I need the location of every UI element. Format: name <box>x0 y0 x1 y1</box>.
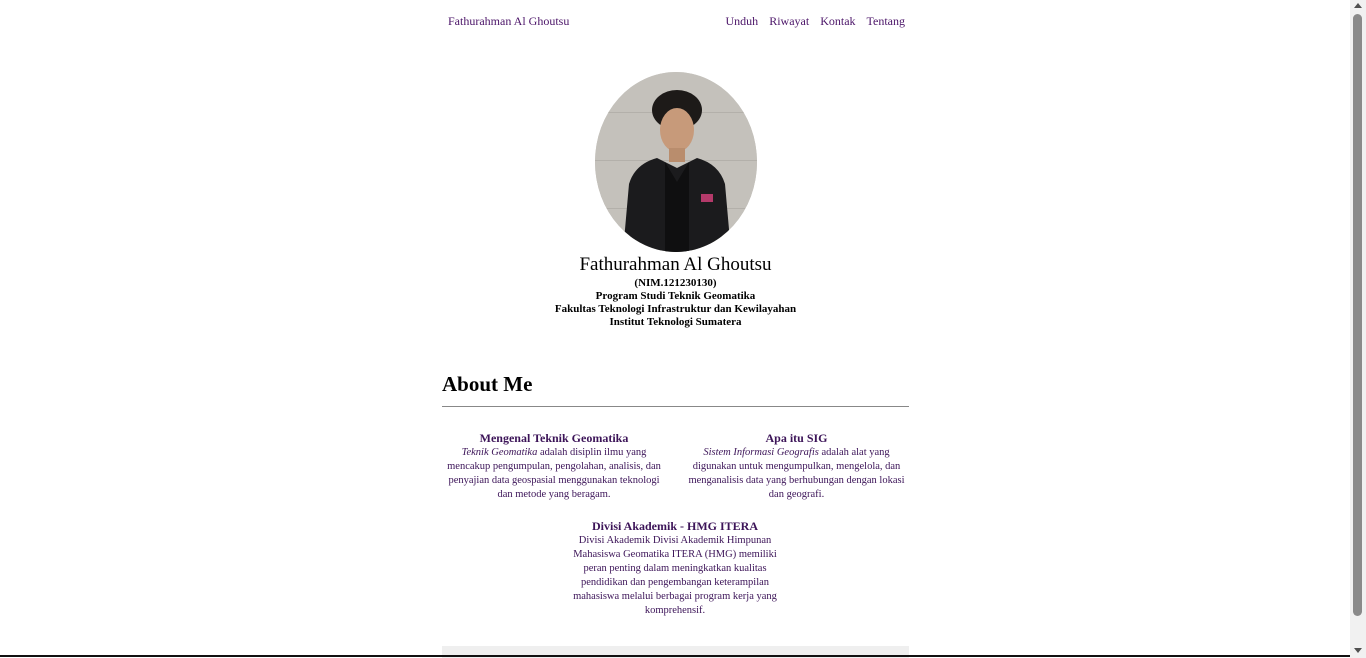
card-text: Sistem Informasi Geografis adalah alat y… <box>684 446 909 502</box>
window-bottom-border <box>0 655 1350 657</box>
nav-link-tentang[interactable]: Tentang <box>867 14 905 29</box>
page: Fathurahman Al Ghoutsu Unduh Riwayat Kon… <box>0 0 1366 658</box>
profile-photo <box>595 72 757 252</box>
profile-faculty: Fakultas Teknologi Infrastruktur dan Kew… <box>554 303 797 315</box>
scrollbar-thumb[interactable] <box>1353 14 1362 616</box>
profile-info: (NIM.121230130) Program Studi Teknik Geo… <box>442 277 909 329</box>
profile-program: Program Studi Teknik Geomatika <box>595 290 756 302</box>
card-teknik-geomatika: Mengenal Teknik Geomatika Teknik Geomati… <box>444 431 664 502</box>
vertical-scrollbar[interactable] <box>1350 0 1366 658</box>
card-text: Teknik Geomatika adalah disiplin ilmu ya… <box>444 446 664 502</box>
about-heading: About Me <box>442 372 533 396</box>
scroll-up-arrow-icon[interactable] <box>1354 3 1362 8</box>
nav-link-riwayat[interactable]: Riwayat <box>769 14 809 29</box>
brand-link[interactable]: Fathurahman Al Ghoutsu <box>448 14 569 29</box>
card-divisi-akademik: Divisi Akademik - HMG ITERA Divisi Akade… <box>563 519 787 618</box>
nav-menu: Unduh Riwayat Kontak Tentang <box>726 14 905 29</box>
about-divider <box>442 406 909 407</box>
card-emphasis: Sistem Informasi Geografis <box>703 447 819 458</box>
card-title: Mengenal Teknik Geomatika <box>479 431 629 445</box>
card-apa-itu-sig: Apa itu SIG Sistem Informasi Geografis a… <box>684 431 909 502</box>
nav-link-kontak[interactable]: Kontak <box>820 14 855 29</box>
card-emphasis: Teknik Geomatika <box>461 447 538 458</box>
card-title: Apa itu SIG <box>765 431 828 445</box>
card-title: Divisi Akademik - HMG ITERA <box>591 519 759 533</box>
nav-link-unduh[interactable]: Unduh <box>726 14 759 29</box>
profile-nim: (NIM.121230130) <box>634 277 717 289</box>
scroll-down-arrow-icon[interactable] <box>1354 648 1362 653</box>
card-body: Divisi Akademik Divisi Akademik Himpunan… <box>573 535 777 616</box>
profile-name: Fathurahman Al Ghoutsu <box>579 254 772 275</box>
top-navbar: Fathurahman Al Ghoutsu Unduh Riwayat Kon… <box>448 14 905 30</box>
profile-institute: Institut Teknologi Sumatera <box>609 316 742 328</box>
